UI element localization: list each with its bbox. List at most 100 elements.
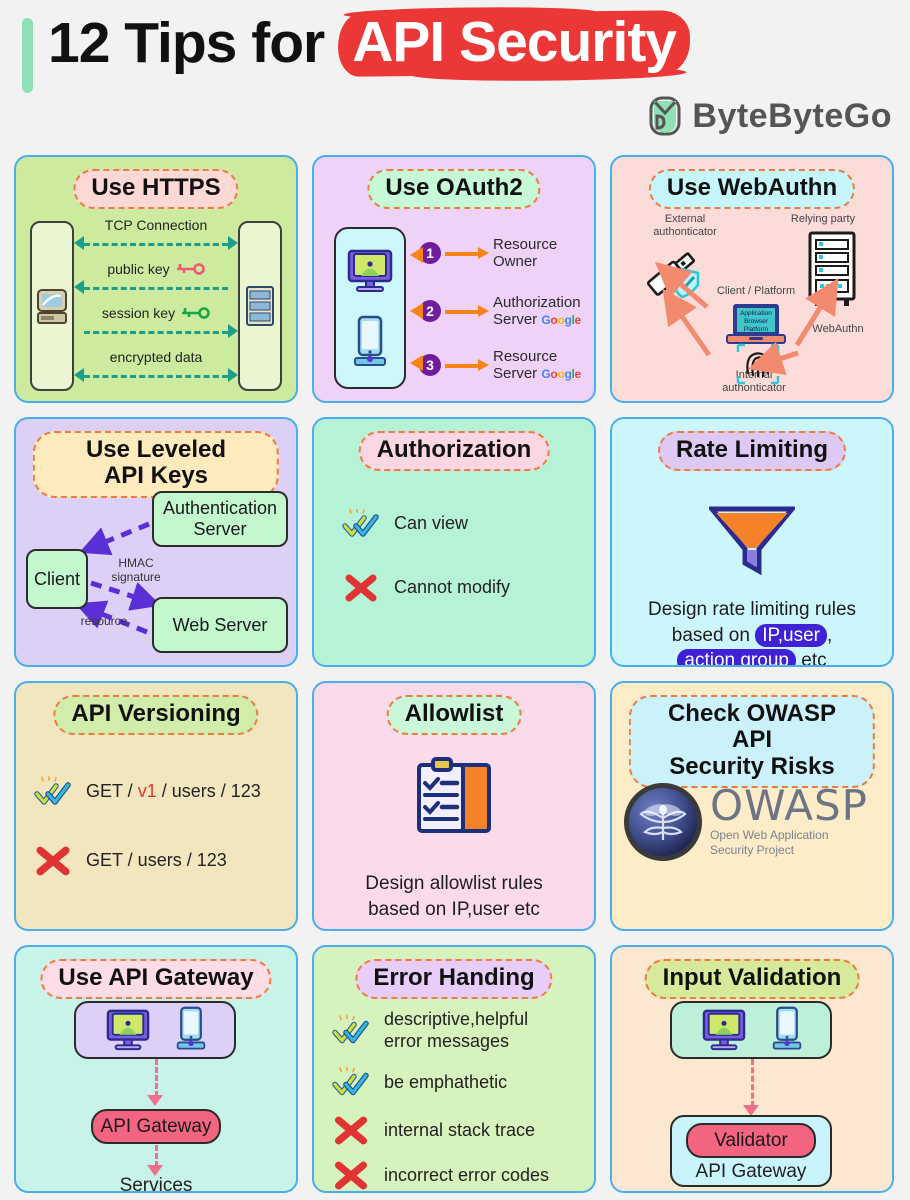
api-gateway-label: API Gateway: [695, 1161, 807, 1182]
api-versioning-list: GET / v1 / users / 123 GET / users / 123: [16, 775, 296, 895]
arrow-down-icon: [147, 1095, 163, 1106]
https-flow-label: session key: [101, 305, 176, 321]
card-api-versioning: API Versioning GET / v1 / users / 123 GE…: [14, 681, 298, 931]
arrow-right-icon: [228, 236, 238, 250]
clipboard-illustration: [314, 757, 594, 844]
arrow-left-icon: [74, 368, 84, 382]
card-use-api-gateway: Use API Gateway API Gateway Services: [14, 945, 298, 1193]
node-web-server: Web Server: [152, 597, 288, 653]
google-logo-icon: Google: [541, 367, 581, 381]
flow-dashline: [84, 375, 228, 378]
devices-box: [670, 1001, 832, 1059]
list-item-label: incorrect error codes: [384, 1164, 550, 1185]
oauth-step-label: Authorization Server Google: [493, 293, 581, 328]
edge-label-hmac-signature: HMAC signature: [111, 556, 161, 584]
brand-logo: ByteByteGo: [648, 96, 892, 136]
title-accent-bar: [22, 18, 33, 93]
flow-dashline: [84, 331, 228, 334]
client-node: [30, 221, 74, 391]
services-label: Services: [119, 1175, 193, 1193]
double-check-icon: [332, 1066, 370, 1099]
card-check-owasp-api-security-risks: Check OWASP API Security Risks OWASP Ope…: [610, 681, 894, 931]
arrow-left-icon: [410, 247, 423, 263]
devices-box: [74, 1001, 236, 1059]
caption-line-3-post: etc: [795, 650, 827, 667]
monitor-icon: [702, 1009, 746, 1051]
list-item: incorrect error codes: [332, 1160, 594, 1191]
webauthn-flow-arrows: [654, 261, 839, 376]
card-authorization: Authorization Can view Cannot modify: [312, 417, 596, 667]
list-item-label: descriptive,helpful error messages: [384, 1009, 529, 1051]
cross-icon: [34, 845, 72, 877]
funnel-illustration: [612, 505, 892, 582]
list-item-label: be emphathetic: [384, 1071, 508, 1092]
oauth-step-label: Resource Owner: [493, 235, 558, 270]
google-logo-icon: Google: [541, 313, 581, 327]
list-item: GET / users / 123: [34, 845, 296, 877]
flow-dashline: [84, 243, 228, 246]
flow-dashline: [84, 287, 228, 290]
cross-icon: [332, 1115, 370, 1146]
card-title-input-validation: Input Validation: [644, 959, 860, 1000]
path-version: v1: [137, 781, 157, 802]
card-title-api-versioning: API Versioning: [53, 695, 259, 736]
card-use-oauth2: Use OAuth2 1 Resource Owner 2 Authorizat…: [312, 155, 596, 403]
key-green-icon: [182, 307, 210, 319]
highlight-ip-user: IP,user: [755, 623, 827, 647]
server-node: [238, 221, 282, 391]
card-allowlist: Allowlist Design allowlist rules based o…: [312, 681, 596, 931]
https-diagram: TCP Connection public key session key en…: [16, 217, 296, 401]
double-check-icon: [34, 775, 72, 809]
header: 12 Tips for API Security ByteByteGo: [0, 0, 910, 150]
https-flow-label: public key: [107, 261, 170, 277]
list-item: internal stack trace: [332, 1115, 594, 1146]
card-error-handing: Error Handing descriptive,helpful error …: [312, 945, 596, 1193]
arrow-left-icon: [410, 303, 423, 319]
server-rack-icon: [246, 286, 274, 326]
arrow-left-icon: [410, 355, 423, 371]
flow-arrow-line: [155, 1059, 158, 1097]
error-handing-list: descriptive,helpful error messages be em…: [314, 1009, 594, 1191]
list-item: GET / v1 / users / 123: [34, 775, 296, 809]
list-item-label: GET / v1 / users / 123: [86, 781, 261, 803]
card-use-webauthn: Use WebAuthn External authonticator Rely…: [610, 155, 894, 403]
infographic-page: 12 Tips for API Security ByteByteGo Use …: [0, 0, 910, 1200]
list-item-label: GET / users / 123: [86, 850, 227, 871]
list-item: Can view: [342, 509, 594, 539]
card-title-use-https: Use HTTPS: [73, 169, 239, 210]
validator-node: Validator: [686, 1123, 816, 1158]
oauth-client-panel: [334, 227, 406, 389]
cross-icon: [332, 1160, 370, 1191]
api-keys-diagram: Client Authentication Server Web Server …: [16, 419, 296, 665]
owasp-tagline: Open Web Application Security Project: [710, 827, 829, 857]
mobile-phone-icon: [354, 315, 386, 366]
rate-limiting-caption: Design rate limiting rules based on IP,u…: [620, 597, 884, 667]
edge-label-resource: resource: [80, 614, 128, 628]
key-pink-icon: [176, 263, 205, 275]
list-item: Cannot modify: [342, 573, 594, 603]
https-flow-row: session key: [78, 305, 238, 349]
oauth-step: 3 Resource Server Google: [419, 343, 588, 387]
oauth-step-label: Resource Server Google: [493, 347, 581, 382]
oauth-step: 1 Resource Owner: [419, 231, 588, 275]
arrow-right-icon: [445, 246, 489, 260]
mobile-phone-icon: [176, 1006, 206, 1050]
https-flow-row: public key: [74, 261, 234, 305]
card-use-https: Use HTTPS TCP Connection public key sess…: [14, 155, 298, 403]
highlight-action-group: action group: [677, 649, 796, 665]
arrow-right-icon: [445, 358, 489, 372]
card-title-use-api-gateway: Use API Gateway: [40, 959, 272, 1000]
arrow-right-icon: [228, 324, 238, 338]
card-title-error-handing: Error Handing: [355, 959, 553, 1000]
brand-name: ByteByteGo: [692, 96, 892, 135]
monitor-icon: [347, 249, 393, 292]
api-gateway-node: API Gateway: [91, 1109, 221, 1144]
title-highlight-text: API Security: [352, 10, 677, 74]
desktop-computer-icon: [37, 289, 67, 324]
path-suffix: / users / 123: [156, 781, 261, 802]
list-item-label: Cannot modify: [394, 577, 511, 598]
arrow-right-icon: [445, 304, 489, 318]
monitor-icon: [106, 1009, 150, 1051]
list-item-label: internal stack trace: [384, 1119, 536, 1140]
tips-grid: Use HTTPS TCP Connection public key sess…: [14, 155, 898, 1193]
